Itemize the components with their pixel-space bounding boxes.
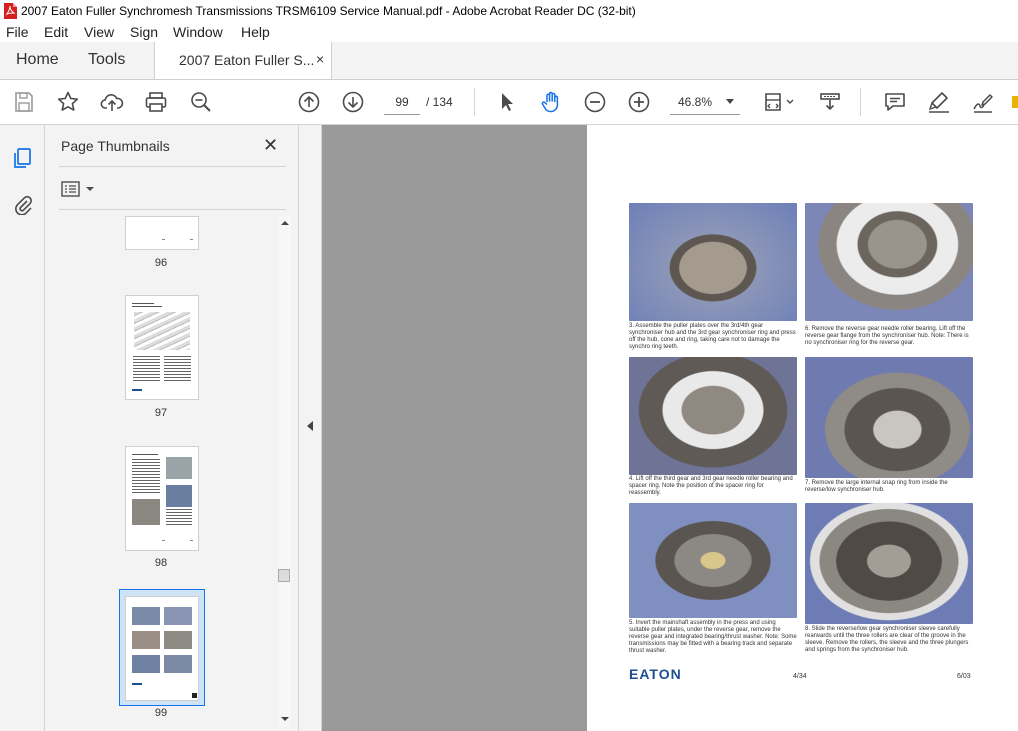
thumbnail-photo	[164, 607, 192, 625]
caption-step-3: 3. Assemble the puller plates over the 3…	[629, 323, 796, 350]
comment-icon[interactable]	[883, 90, 907, 114]
panel-collapse-handle[interactable]	[299, 125, 322, 731]
menu-view[interactable]: View	[84, 24, 114, 40]
window-title: 2007 Eaton Fuller Synchromesh Transmissi…	[21, 4, 636, 18]
photo-step-6	[805, 203, 973, 321]
photo-step-3	[629, 203, 797, 321]
navigation-rail	[0, 125, 45, 731]
thumbnail-label: 96	[154, 257, 168, 269]
close-panel-icon[interactable]: ✕	[263, 135, 278, 156]
menu-sign[interactable]: Sign	[130, 24, 158, 40]
panel-divider	[59, 166, 286, 167]
acrobat-app-icon	[3, 3, 17, 19]
pdf-page: 3. Assemble the puller plates over the 3…	[587, 125, 1018, 731]
page-footer-number: 4/34	[793, 673, 807, 680]
thumbnail-photo	[164, 631, 192, 649]
zoom-level-value: 46.8%	[678, 95, 713, 109]
thumbnail-page-99[interactable]	[125, 596, 199, 701]
print-icon[interactable]	[144, 90, 168, 114]
caption-step-5: 5. Invert the mainshaft assembly in the …	[629, 620, 797, 654]
zoom-in-icon[interactable]	[627, 90, 651, 114]
thumbnail-scrollbar[interactable]	[278, 216, 291, 727]
tab-bar: Home Tools 2007 Eaton Fuller S... ×	[0, 42, 1018, 80]
panel-divider	[59, 209, 286, 210]
thumbnail-label: 99	[154, 707, 168, 719]
page-view-marker	[192, 693, 197, 698]
collapse-arrow-icon[interactable]	[306, 421, 314, 431]
tab-document[interactable]: 2007 Eaton Fuller S... ×	[154, 42, 332, 79]
thumbnail-photo	[166, 485, 192, 507]
thumbnail-photo	[132, 631, 160, 649]
thumbnail-label: 97	[154, 407, 168, 419]
caption-step-7: 7. Remove the large internal snap ring f…	[805, 480, 948, 493]
thumbnail-text-block	[166, 509, 192, 525]
thumbnail-page-96[interactable]	[125, 216, 199, 250]
scroll-mode-icon[interactable]	[818, 90, 842, 114]
page-footer-date: 6/03	[957, 673, 971, 680]
photo-step-4	[629, 357, 797, 475]
photo-step-7	[805, 357, 973, 478]
select-arrow-icon[interactable]	[495, 90, 519, 114]
document-view[interactable]: 3. Assemble the puller plates over the 3…	[322, 125, 1018, 731]
thumbnail-text-block	[132, 459, 160, 495]
menu-edit[interactable]: Edit	[44, 24, 68, 40]
tab-document-label: 2007 Eaton Fuller S...	[179, 52, 315, 68]
chevron-down-icon	[726, 99, 734, 104]
menu-file[interactable]: File	[6, 24, 29, 40]
menu-help[interactable]: Help	[241, 24, 270, 40]
thumbnail-page-97[interactable]	[125, 295, 199, 400]
next-page-icon[interactable]	[341, 90, 365, 114]
tab-tools[interactable]: Tools	[88, 51, 125, 69]
photo-step-8	[805, 503, 973, 624]
more-tools-icon[interactable]	[1012, 96, 1018, 108]
thumbnail-text-block	[133, 356, 160, 382]
thumbnail-photo	[132, 499, 160, 525]
page-number-input[interactable]: 99	[384, 90, 420, 115]
attachment-icon[interactable]	[12, 193, 34, 216]
highlight-icon[interactable]	[927, 90, 951, 114]
title-bar: 2007 Eaton Fuller Synchromesh Transmissi…	[0, 0, 1018, 23]
thumbnail-photo	[164, 655, 192, 673]
page-total: / 134	[426, 95, 453, 109]
menu-bar: File Edit View Sign Window Help	[0, 22, 1018, 42]
caption-step-8: 8. Slide the reverse/low gear synchronis…	[805, 626, 969, 653]
thumbnail-photo	[132, 655, 160, 673]
thumbnail-photo	[166, 457, 192, 479]
thumbnail-options-button[interactable]	[61, 179, 97, 199]
prev-page-icon[interactable]	[297, 90, 321, 114]
toolbar: 99 / 134 46.8%	[0, 80, 1018, 125]
zoom-search-icon[interactable]	[189, 90, 213, 114]
fit-page-icon[interactable]	[762, 90, 796, 114]
scroll-down-icon[interactable]	[281, 716, 289, 722]
scrollbar-thumb[interactable]	[278, 569, 290, 582]
scroll-up-icon[interactable]	[281, 220, 289, 226]
thumbnails-panel: Page Thumbnails ✕ 96 97 98 99	[45, 125, 299, 731]
photo-step-5	[629, 503, 797, 618]
thumbnail-page-98[interactable]	[125, 446, 199, 551]
thumbnail-diagram	[134, 312, 190, 350]
toolbar-divider	[474, 88, 475, 116]
caption-step-4: 4. Lift off the third gear and 3rd gear …	[629, 476, 793, 496]
hand-icon[interactable]	[539, 90, 563, 114]
zoom-level-select[interactable]: 46.8%	[670, 90, 740, 115]
bookmark-star-icon[interactable]	[56, 90, 80, 114]
save-icon[interactable]	[12, 90, 36, 114]
thumbnail-photo	[132, 607, 160, 625]
sign-icon[interactable]	[971, 90, 995, 114]
thumbnail-text-block	[164, 356, 191, 382]
page-thumbnails-icon[interactable]	[12, 147, 34, 169]
zoom-out-icon[interactable]	[583, 90, 607, 114]
upload-icon[interactable]	[100, 90, 124, 114]
menu-window[interactable]: Window	[173, 24, 223, 40]
panel-title: Page Thumbnails	[61, 138, 170, 154]
tab-home[interactable]: Home	[16, 51, 59, 69]
caption-step-6: 6. Remove the reverse gear needle roller…	[805, 326, 969, 346]
thumbnail-label: 98	[154, 557, 168, 569]
close-tab-icon[interactable]: ×	[316, 51, 324, 67]
eaton-logo: EATON	[629, 666, 682, 682]
toolbar-divider	[860, 88, 861, 116]
